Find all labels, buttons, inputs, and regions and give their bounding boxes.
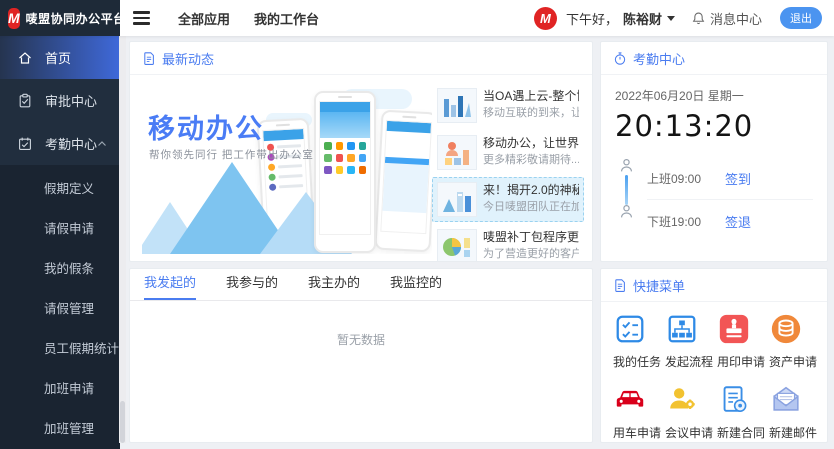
approval-icon: [17, 93, 33, 109]
tab-participated-by-me[interactable]: 我参与的: [226, 272, 278, 300]
sidebar-item-home[interactable]: 首页: [0, 36, 120, 79]
attendance-submenu: 假期定义 请假申请 我的假条 请假管理 员工假期统计 加班申请 加班管理: [0, 165, 120, 449]
quick-item-start-flow[interactable]: 发起流程: [663, 312, 715, 370]
checkin-time-label: 上班09:00: [647, 170, 725, 187]
timeline-connector: [625, 175, 628, 205]
person-icon: [619, 158, 634, 174]
news-thumbnail: [437, 135, 477, 170]
tab-hosted-by-me[interactable]: 我主办的: [308, 272, 360, 300]
logout-button[interactable]: 退出: [780, 7, 822, 29]
quick-menu-panel: 快捷菜单 我的任务 发起流程 用印申请 资产申请: [600, 268, 828, 443]
sidebar-subitem-employee-holiday-stats[interactable]: 员工假期统计: [0, 327, 120, 367]
quick-item-vehicle-request[interactable]: 用车申请: [611, 383, 663, 441]
tab-monitored-by-me[interactable]: 我监控的: [390, 272, 442, 300]
meeting-icon: [665, 383, 699, 417]
stamp-icon: [717, 312, 751, 346]
panel-title: 最新动态: [162, 49, 214, 68]
quick-item-my-tasks[interactable]: 我的任务: [611, 312, 663, 370]
menu-toggle-icon[interactable]: [129, 4, 154, 32]
mail-icon: [769, 383, 803, 417]
sidebar-subitem-holiday-definition[interactable]: 假期定义: [0, 167, 120, 207]
news-doc-icon: [142, 51, 156, 66]
news-item[interactable]: 唛盟补丁包程序更新 为了营造更好的客户体验，唛: [432, 224, 584, 262]
banner-subtitle: 帮你领先同行 把工作带出办公室: [149, 147, 314, 162]
user-avatar[interactable]: M: [534, 7, 557, 30]
attendance-date: 2022年06月20日 星期一: [615, 87, 813, 104]
panel-title: 快捷菜单: [633, 276, 685, 295]
panel-title: 考勤中心: [633, 49, 685, 68]
sidebar-item-label: 首页: [45, 48, 71, 67]
checkout-time-label: 下班19:00: [647, 213, 725, 230]
nav-my-workbench[interactable]: 我的工作台: [254, 9, 319, 28]
sidebar-item-label: 考勤中心: [45, 134, 97, 153]
stopwatch-icon: [613, 51, 627, 66]
car-icon: [613, 383, 647, 417]
quick-item-new-mail[interactable]: 新建邮件: [767, 383, 819, 441]
sidebar: 首页 审批中心 考勤中心 假期定义 请假申请 我的假条 请假管理 员工假期统计 …: [0, 36, 120, 443]
username: 陈裕财: [623, 9, 662, 28]
attendance-clock: 20:13:20: [615, 109, 813, 143]
user-menu[interactable]: 下午好， 陈裕财: [566, 9, 675, 28]
quick-item-asset-request[interactable]: 资产申请: [767, 312, 819, 370]
asset-icon: [769, 312, 803, 346]
sidebar-item-attendance[interactable]: 考勤中心: [0, 122, 120, 165]
home-icon: [17, 50, 33, 66]
scrollbar-thumb[interactable]: [120, 401, 125, 443]
attendance-panel: 考勤中心 2022年06月20日 星期一 20:13:20 上班09:00 签到…: [600, 41, 828, 262]
nav-all-apps[interactable]: 全部应用: [178, 9, 230, 28]
attendance-timeline: 上班09:00 签到 下班19:00 签退: [615, 157, 813, 249]
message-center-link[interactable]: 消息中心: [691, 9, 762, 28]
checkin-row: 上班09:00 签到: [647, 157, 813, 200]
tab-initiated-by-me[interactable]: 我发起的: [144, 272, 196, 300]
news-item[interactable]: 当OA遇上云-整个协同OA 移动互联的到来，让OA与云: [432, 83, 584, 128]
flow-icon: [665, 312, 699, 346]
phone-mockup-right: [374, 110, 432, 253]
checkin-link[interactable]: 签到: [725, 169, 751, 188]
banner-title: 移动办公: [148, 107, 264, 146]
sidebar-subitem-my-leave-notes[interactable]: 我的假条: [0, 247, 120, 287]
dropdown-caret-icon: [667, 16, 675, 21]
app-logo[interactable]: M 唛盟协同办公平台: [0, 0, 120, 36]
contract-icon: [717, 383, 751, 417]
sidebar-item-label: 审批中心: [45, 91, 97, 110]
top-header: M 唛盟协同办公平台 全部应用 我的工作台 M 下午好， 陈裕财 消息中心 退出: [0, 0, 834, 36]
empty-state-text: 暂无数据: [130, 331, 592, 348]
sidebar-subitem-leave-management[interactable]: 请假管理: [0, 287, 120, 327]
sidebar-item-approval[interactable]: 审批中心: [0, 79, 120, 122]
sidebar-subitem-leave-request[interactable]: 请假申请: [0, 207, 120, 247]
chevron-up-icon: [97, 140, 107, 147]
news-thumbnail: [437, 182, 477, 217]
quick-item-seal-request[interactable]: 用印申请: [715, 312, 767, 370]
my-tasks-panel: 我发起的 我参与的 我主办的 我监控的 暂无数据: [129, 268, 593, 443]
tasks-icon: [613, 312, 647, 346]
brand-logo-icon: M: [8, 8, 20, 29]
bell-icon: [691, 11, 706, 26]
sidebar-subitem-overtime-request[interactable]: 加班申请: [0, 367, 120, 407]
greeting-text: 下午好，: [566, 9, 618, 28]
sidebar-subitem-overtime-management[interactable]: 加班管理: [0, 407, 120, 447]
news-thumbnail: [437, 88, 477, 123]
quick-menu-grid: 我的任务 发起流程 用印申请 资产申请 用车申请: [601, 302, 827, 441]
news-item[interactable]: 移动办公，让世界触手可 更多精彩敬请期待.......: [432, 130, 584, 175]
brand-title: 唛盟协同办公平台: [26, 10, 126, 27]
phone-mockup-center: [314, 91, 376, 253]
person-icon: [619, 204, 634, 220]
checkout-link[interactable]: 签退: [725, 212, 751, 231]
news-item-selected[interactable]: 来！揭开2.0的神秘面纱- 今日唛盟团队正在加班加点，: [432, 177, 584, 222]
quick-item-new-contract[interactable]: 新建合同: [715, 383, 767, 441]
tasks-tabbar: 我发起的 我参与的 我主办的 我监控的: [130, 269, 592, 301]
quick-item-meeting-request[interactable]: 会议申请: [663, 383, 715, 441]
sidebar-scrollbar[interactable]: [119, 36, 126, 443]
latest-news-panel: 最新动态: [129, 41, 593, 262]
news-list: 当OA遇上云-整个协同OA 移动互联的到来，让OA与云 移动办公，让世界触手可 …: [432, 83, 584, 254]
checkout-row: 下班19:00 签退: [647, 200, 813, 243]
promo-banner[interactable]: 移动办公 帮你领先同行 把工作带出办公室: [142, 83, 432, 254]
quick-menu-doc-icon: [613, 278, 627, 293]
attendance-icon: [17, 136, 33, 152]
message-center-label: 消息中心: [710, 9, 762, 28]
news-thumbnail: [437, 229, 477, 262]
